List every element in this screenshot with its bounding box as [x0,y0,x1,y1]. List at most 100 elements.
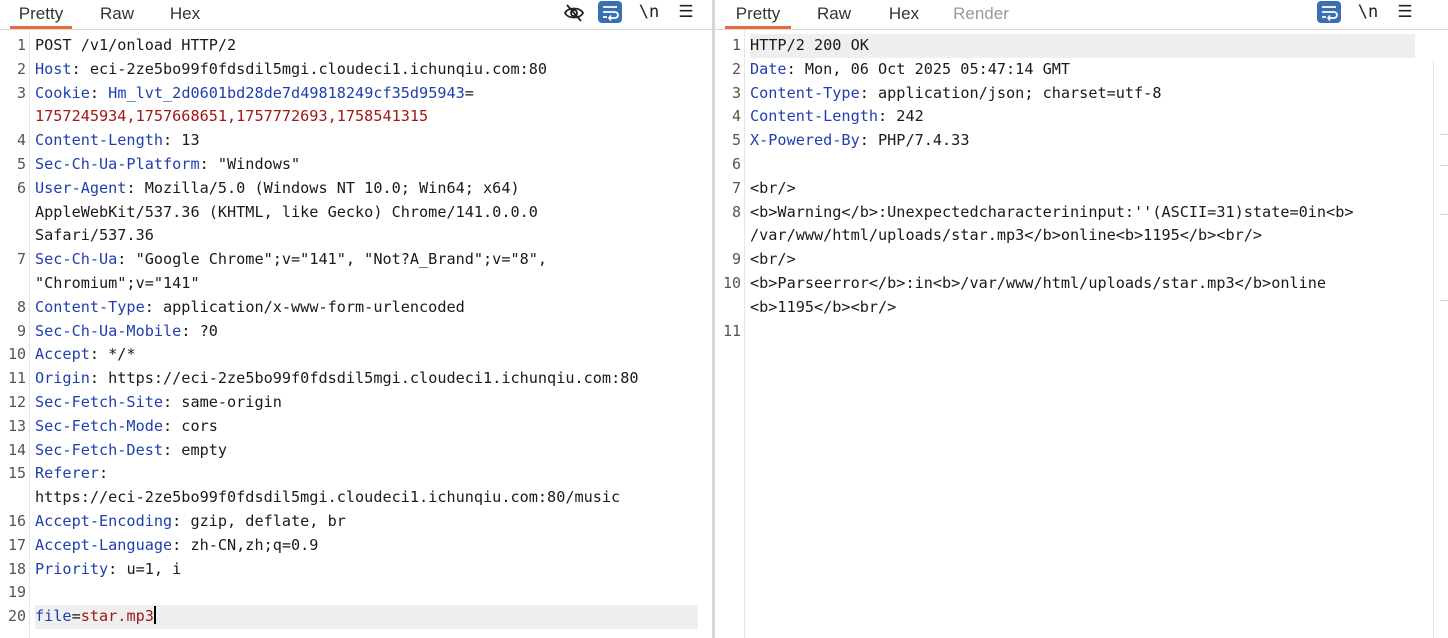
line-text: POST /v1/onload HTTP/2 [35,36,237,54]
request-tab-bar: Pretty Raw Hex \n ☰ [0,0,712,30]
header-value: : application/x-www-form-urlencoded [144,297,465,316]
header-name: Sec-Fetch-Mode [35,416,164,435]
header-name: Sec-Fetch-Site [35,393,164,411]
header-name: Accept [35,345,90,364]
code-line: Cookie: Hm_lvt_2d0601bd28de7d49818249cf3… [35,82,698,106]
hamburger-menu-icon[interactable]: ☰ [673,0,699,26]
request-tab-raw[interactable]: Raw [92,0,142,29]
request-tab-hex[interactable]: Hex [162,0,208,29]
response-tab-pretty[interactable]: Pretty [725,0,791,29]
header-name: Cookie [35,83,90,102]
newline-toggle-button[interactable]: \n [1355,0,1381,26]
line-text: <b>Warning</b>:Unexpectedcharacterininpu… [750,202,1354,221]
line-number: 5 [731,131,741,150]
header-name: Priority [35,559,109,578]
line-number: 13 [7,416,26,435]
line-text: <br/> [750,250,796,269]
line-number: 9 [731,250,741,269]
code-line: Sec-Fetch-Site: same-origin [35,391,698,415]
code-line: Priority: u=1, i [35,558,698,582]
header-name: Host [35,59,72,78]
header-value: : ?0 [181,321,218,340]
code-line: Host: eci-2ze5bo99f0fdsdil5mgi.cloudeci1… [35,58,698,82]
response-tab-render[interactable]: Render [949,0,1013,29]
code-line: AppleWebKit/537.36 (KHTML, like Gecko) C… [35,201,698,225]
header-value: : Mozilla/5.0 (Windows NT 10.0; Win64; x… [126,178,520,197]
header-name: Accept-Encoding [35,512,173,530]
code-line: Safari/537.36 [35,224,698,248]
line-text: AppleWebKit/537.36 (KHTML, like Gecko) C… [35,202,538,221]
line-number: 19 [7,583,26,602]
header-value: : Mon, 06 Oct 2025 05:47:14 GMT [786,59,1071,78]
response-tab-bar: Pretty Raw Hex Render \n ☰ [715,0,1448,30]
line-number [715,296,741,320]
hamburger-menu-icon[interactable]: ☰ [1392,0,1418,26]
line-number: 5 [16,155,26,173]
code-line: Content-Type: application/x-www-form-url… [35,296,698,320]
line-number: 8 [16,297,26,316]
response-scrollbar[interactable] [1433,60,1448,638]
code-line: file=star.mp3 [35,605,698,629]
response-editor[interactable]: 1 HTTP/2 200 OK 2 Date: Mon, 06 Oct 2025 05… [715,30,1448,638]
code-line: <br/> [750,177,1415,201]
header-name: User-Agent [35,178,127,197]
header-value: : PHP/7.4.33 [859,131,970,150]
header-name: Accept-Language [35,535,173,554]
line-text: HTTP/2 200 OK [750,36,869,54]
header-value: : empty [163,440,228,459]
request-editor[interactable]: 1 POST /v1/onload HTTP/2 2 Host: eci-2ze5bo… [0,30,712,638]
body-param-value: star.mp3 [80,607,154,626]
body-param-name: file [35,607,72,626]
header-value: : */* [89,345,136,364]
header-name: Content-Type [35,297,145,316]
line-number [0,105,26,129]
line-number: 18 [7,559,26,578]
cookie-name: Hm_lvt_2d0601bd28de7d49818249cf35d95943 [108,83,465,102]
header-value: : cors [163,416,218,435]
wrap-lines-icon[interactable] [1317,1,1341,23]
request-pane: Pretty Raw Hex \n ☰ 1 POST /v1/onload HTT… [0,0,712,638]
eye-slash-icon[interactable] [561,0,587,26]
equals-sign: = [464,83,474,102]
response-tab-hex[interactable]: Hex [881,0,927,29]
line-text: /var/www/html/uploads/star.mp3</b>online… [750,226,1263,245]
header-name: Sec-Ch-Ua-Platform [35,155,200,173]
code-line: Sec-Fetch-Dest: empty [35,439,698,463]
header-value: : [89,83,109,102]
line-number [0,201,26,225]
wrap-lines-icon[interactable] [598,1,622,23]
line-number: 4 [16,131,26,150]
line-text: <b>Parseerror</b>:in<b>/var/www/html/upl… [750,274,1327,292]
cookie-value: 1757245934,1757668651,1757772693,1758541… [35,107,429,126]
request-tab-pretty[interactable]: Pretty [10,0,72,29]
line-number: 2 [16,59,26,78]
line-number: 1 [731,36,741,54]
code-line: "Chromium";v="141" [35,272,698,296]
line-number [715,224,741,248]
line-number: 12 [7,393,26,411]
code-line: Content-Length: 13 [35,129,698,153]
code-line: POST /v1/onload HTTP/2 [35,34,698,58]
code-line: Referer: [35,462,698,486]
header-value: : u=1, i [108,559,182,578]
line-text: <b>1195</b><br/> [750,297,897,316]
newline-toggle-button[interactable]: \n [636,0,662,26]
header-name: Content-Type [750,83,860,102]
line-number: 6 [731,155,741,173]
code-line: /var/www/html/uploads/star.mp3</b>online… [750,224,1415,248]
line-number: 11 [7,369,26,388]
line-number [0,486,26,510]
line-number: 20 [7,607,26,626]
header-name: Referer [35,464,100,483]
line-text: https://eci-2ze5bo99f0fdsdil5mgi.cloudec… [35,488,621,507]
code-line: Sec-Ch-Ua-Platform: "Windows" [35,153,698,177]
code-line: Sec-Ch-Ua: "Google Chrome";v="141", "Not… [35,248,698,272]
line-number: 10 [722,274,741,292]
line-number: 3 [16,83,26,102]
header-value: : "Windows" [199,155,301,173]
code-line: <b>1195</b><br/> [750,296,1415,320]
response-tab-raw[interactable]: Raw [811,0,857,29]
line-number: 2 [731,59,741,78]
code-line: X-Powered-By: PHP/7.4.33 [750,129,1415,153]
